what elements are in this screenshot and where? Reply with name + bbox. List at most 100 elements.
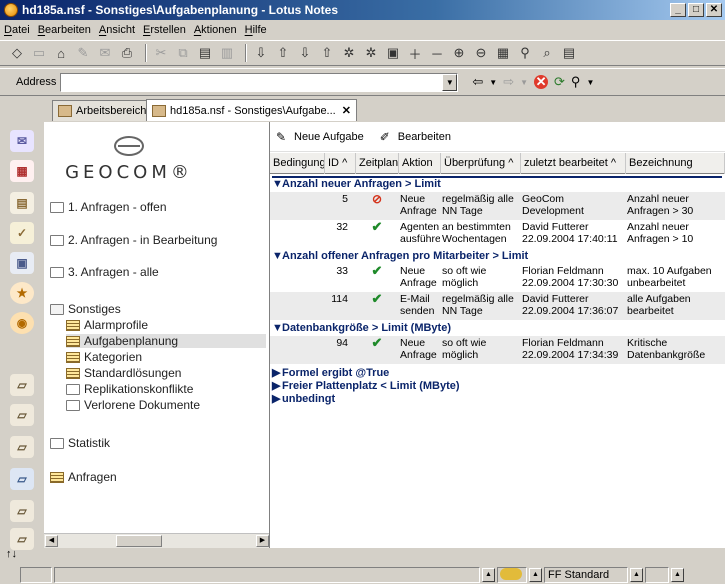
location-up-button[interactable]: ▲: [630, 568, 643, 582]
previous-unread-marked-icon[interactable]: ✲: [362, 44, 380, 62]
column-ueberpruefung[interactable]: Überprüfung ^: [441, 153, 521, 174]
menu-bearbeiten[interactable]: Bearbeiten: [38, 24, 97, 36]
find-icon[interactable]: ⚲: [516, 44, 534, 62]
nav-folder-verlorene-dokumente[interactable]: Verlorene Dokumente: [66, 398, 200, 412]
todo-bookmark-icon[interactable]: ✓: [10, 222, 34, 244]
folder-bookmark-icon[interactable]: ▱: [10, 404, 34, 426]
diamond-icon[interactable]: ◇: [8, 44, 26, 62]
scroll-left-arrow-icon[interactable]: ◀: [45, 535, 58, 547]
nav-folder-anfragen-offen[interactable]: 1. Anfragen - offen: [50, 200, 167, 214]
column-zuletzt-bearbeitet[interactable]: zuletzt bearbeitet ^: [521, 153, 626, 174]
nav-view-kategorien[interactable]: Kategorien: [66, 350, 142, 364]
table-icon[interactable]: ▦: [494, 44, 512, 62]
nav-folder-replikationskonflikte[interactable]: Replikationskonflikte: [66, 382, 193, 396]
status-up-button[interactable]: ▲: [529, 568, 542, 582]
nav-folder-sonstiges[interactable]: Sonstiges: [50, 302, 121, 316]
forward-icon[interactable]: ⇨: [503, 74, 514, 90]
nav-folder-anfragen-alle[interactable]: 3. Anfragen - alle: [50, 265, 159, 279]
table-row[interactable]: 114 ✔ E-Mail senden regelmäßig alle NN T…: [270, 292, 725, 320]
search-dropdown-icon[interactable]: ▼: [586, 78, 594, 87]
nav-view-alarmprofile[interactable]: Alarmprofile: [66, 318, 148, 332]
menu-datei[interactable]: Datei: [4, 24, 36, 36]
next-icon[interactable]: ⇩: [252, 44, 270, 62]
menu-hilfe[interactable]: Hilfe: [245, 24, 273, 36]
folder-bookmark-icon[interactable]: ▱: [10, 436, 34, 458]
nav-view-anfragen[interactable]: Anfragen: [50, 470, 117, 484]
close-button[interactable]: ✕: [706, 3, 722, 17]
collapse-section-icon[interactable]: ⊖: [472, 44, 490, 62]
copy-icon[interactable]: ⧉: [174, 44, 192, 62]
paste-special-icon[interactable]: ▥: [218, 44, 236, 62]
print-icon[interactable]: ⎙: [118, 44, 136, 62]
category-row[interactable]: ▼Datenbankgröße > Limit (MByte): [272, 322, 722, 335]
previous-unread-icon[interactable]: ⇧: [318, 44, 336, 62]
address-dropdown-button[interactable]: ▼: [442, 73, 458, 91]
category-row[interactable]: ▼Anzahl offener Anfragen pro Mitarbeiter…: [272, 250, 722, 263]
status-up-button[interactable]: ▲: [482, 568, 495, 582]
mail-bookmark-icon[interactable]: ✉: [10, 130, 34, 152]
column-zeitplan[interactable]: Zeitplan: [356, 153, 399, 174]
menu-aktionen[interactable]: Aktionen: [194, 24, 243, 36]
nav-view-standardloesungen[interactable]: Standardlösungen: [66, 366, 181, 380]
address-input[interactable]: ▼: [60, 72, 459, 92]
back-dropdown-icon[interactable]: ▼: [489, 78, 497, 87]
column-id[interactable]: ID ^: [325, 153, 356, 174]
search-icon[interactable]: ⌕: [538, 44, 556, 62]
inbox-up-button[interactable]: ▲: [671, 568, 684, 582]
cut-icon[interactable]: ✂: [152, 44, 170, 62]
calendar-bookmark-icon[interactable]: ▦: [10, 160, 34, 182]
menu-ansicht[interactable]: Ansicht: [99, 24, 141, 36]
folder-bookmark-icon[interactable]: ▱: [10, 468, 34, 490]
mail-icon[interactable]: ✉: [96, 44, 114, 62]
location-selector[interactable]: FF Standard: [544, 567, 628, 583]
lotus-notes-app-icon[interactable]: [4, 3, 18, 17]
bookmark-scroll-arrows[interactable]: ↑↓: [2, 548, 42, 564]
column-aktion[interactable]: Aktion: [399, 153, 441, 174]
refresh-icon[interactable]: ⟳: [554, 74, 565, 90]
forward-dropdown-icon[interactable]: ▼: [520, 78, 528, 87]
open-icon[interactable]: ⌂: [52, 44, 70, 62]
folder-bookmark-icon[interactable]: ▱: [10, 374, 34, 396]
folder-bookmark-icon[interactable]: ▱: [10, 528, 34, 550]
next-unread-marked-icon[interactable]: ✲: [340, 44, 358, 62]
paste-icon[interactable]: ▤: [196, 44, 214, 62]
category-row[interactable]: ▶ Freier Plattenplatz < Limit (MByte): [272, 379, 722, 392]
close-tab-icon[interactable]: ✕: [342, 104, 351, 117]
previous-icon[interactable]: ⇧: [274, 44, 292, 62]
column-bezeichnung[interactable]: Bezeichnung: [626, 153, 725, 174]
table-row[interactable]: 32 ✔ Agenten ausführen an bestimmten Woc…: [270, 220, 725, 248]
back-icon[interactable]: ⇦: [472, 74, 483, 90]
search-options-icon[interactable]: ⚲: [571, 74, 581, 90]
document-icon[interactable]: ▤: [560, 44, 578, 62]
maximize-button[interactable]: □: [688, 3, 704, 17]
save-icon[interactable]: ▭: [30, 44, 48, 62]
minimize-button[interactable]: _: [670, 3, 686, 17]
edit-icon[interactable]: ✎: [74, 44, 92, 62]
status-security[interactable]: [497, 567, 527, 583]
address-book-bookmark-icon[interactable]: ▤: [10, 192, 34, 214]
tab-arbeitsbereich[interactable]: Arbeitsbereich: [52, 100, 153, 121]
folder-bookmark-icon[interactable]: ▱: [10, 500, 34, 522]
stop-icon[interactable]: ✕: [534, 75, 549, 89]
table-row[interactable]: 5 ⊘ Neue Anfrage regelmäßig alle NN Tage…: [270, 192, 725, 220]
collapse-all-icon[interactable]: －: [428, 44, 446, 62]
inbox-status[interactable]: [645, 567, 669, 583]
category-row[interactable]: ▶ Formel ergibt @True: [272, 366, 722, 379]
expand-section-icon[interactable]: ⊕: [450, 44, 468, 62]
new-task-button[interactable]: ✎ Neue Aufgabe: [276, 130, 364, 144]
tab-database[interactable]: hd185a.nsf - Sonstiges\Aufgabe... ✕: [146, 99, 357, 121]
view-toggle-icon[interactable]: ▣: [384, 44, 402, 62]
databases-bookmark-icon[interactable]: ◉: [10, 312, 34, 334]
table-row[interactable]: 94 ✔ Neue Anfrage so oft wie möglich Flo…: [270, 336, 725, 364]
favorites-bookmark-icon[interactable]: ★: [10, 282, 34, 304]
edit-button[interactable]: ✐ Bearbeiten: [380, 130, 451, 144]
category-row[interactable]: ▶ unbedingt: [272, 392, 722, 405]
table-row[interactable]: 33 ✔ Neue Anfrage so oft wie möglich Flo…: [270, 264, 725, 292]
nav-folder-statistik[interactable]: Statistik: [50, 436, 110, 450]
menu-erstellen[interactable]: Erstellen: [143, 24, 192, 36]
column-bedingung[interactable]: Bedingung: [270, 153, 325, 174]
expand-all-icon[interactable]: ＋: [406, 44, 424, 62]
next-unread-icon[interactable]: ⇩: [296, 44, 314, 62]
nav-view-aufgabenplanung[interactable]: Aufgabenplanung: [66, 334, 266, 348]
scroll-thumb[interactable]: [116, 535, 162, 547]
